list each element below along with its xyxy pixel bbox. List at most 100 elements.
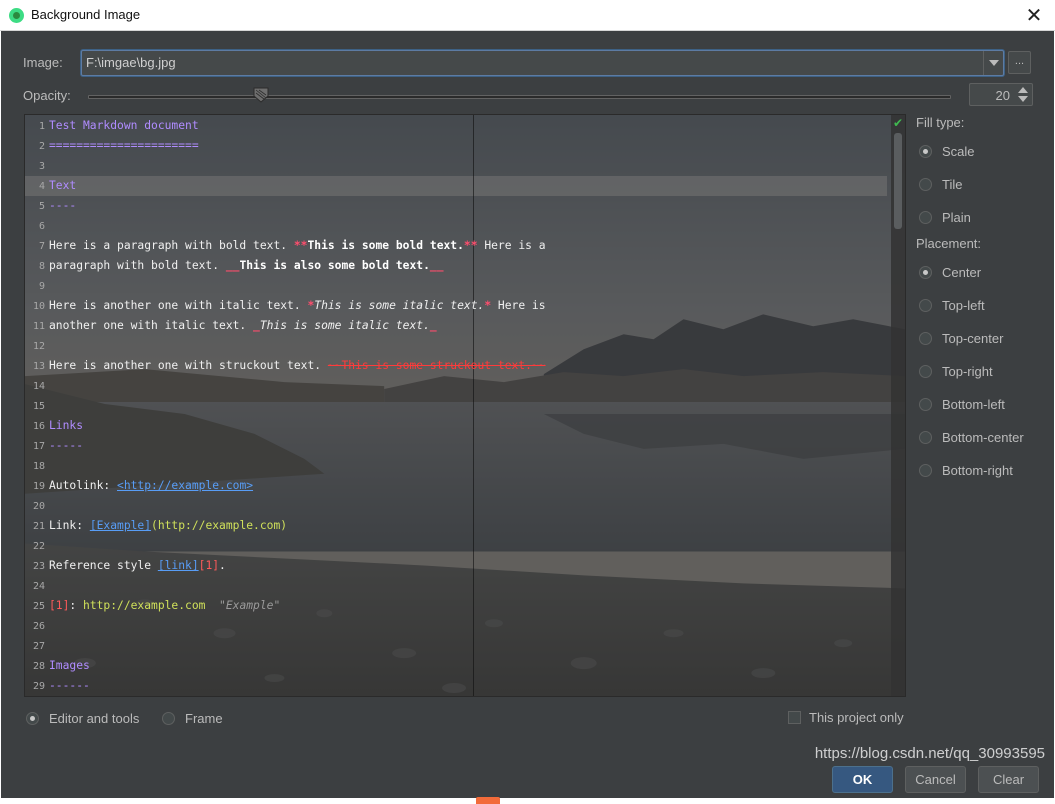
radio-indicator[interactable] <box>919 430 932 444</box>
line-number: 12 <box>32 341 45 352</box>
code-line[interactable]: 10 Here is another one with italic text. … <box>25 296 887 316</box>
code-line[interactable]: 15 <box>25 396 887 416</box>
placement-label: Placement: <box>916 236 982 251</box>
code-line[interactable]: 13 Here is another one with struckout tex… <box>25 356 887 376</box>
code-token: Text <box>49 179 77 192</box>
radio-label: Top-center <box>942 330 1004 346</box>
code-line[interactable]: 22 <box>25 536 887 556</box>
opacity-slider-thumb[interactable] <box>253 87 269 103</box>
radio-indicator[interactable] <box>919 265 932 279</box>
code-line[interactable]: 3 <box>25 156 887 176</box>
fill-radio-plain[interactable]: Plain <box>919 208 971 226</box>
line-number: 27 <box>32 641 45 652</box>
code-line[interactable]: 20 <box>25 496 887 516</box>
radio-indicator[interactable] <box>919 364 932 378</box>
placement-radio-top-center[interactable]: Top-center <box>919 329 1003 347</box>
radio-indicator[interactable] <box>162 711 175 725</box>
code-token: http://example.com <box>83 599 206 612</box>
code-line[interactable]: 17 ----- <box>25 436 887 456</box>
vertical-scrollbar[interactable]: ✔ <box>891 115 905 696</box>
code-token: ====================== <box>49 139 199 152</box>
code-line[interactable]: 24 <box>25 576 887 596</box>
placement-radio-top-right[interactable]: Top-right <box>919 362 993 380</box>
checkbox-indicator[interactable] <box>788 711 801 724</box>
line-number: 22 <box>32 541 45 552</box>
browse-button[interactable]: ... <box>1008 51 1031 74</box>
code-token: Here is a <box>477 239 546 252</box>
chevron-down-icon[interactable] <box>983 51 1003 75</box>
background-image-dialog: Image: F:\imgae\bg.jpg ... Opacity: 20 1… <box>1 31 1054 804</box>
code-line[interactable]: 23 Reference style [link][1]. <box>25 556 887 576</box>
code-line[interactable]: 6 <box>25 216 887 236</box>
placement-radio-bottom-left[interactable]: Bottom-left <box>919 395 1005 413</box>
line-number: 10 <box>32 301 45 312</box>
title-bar: Background Image ✕ <box>0 0 1055 31</box>
radio-indicator[interactable] <box>919 210 932 224</box>
radio-indicator[interactable] <box>919 298 932 312</box>
code-line[interactable]: 8 paragraph with bold text. __This is als… <box>25 256 887 276</box>
cancel-button[interactable]: Cancel <box>905 766 966 793</box>
radio-frame[interactable]: Frame <box>162 709 223 727</box>
code-line[interactable]: 2 ====================== <box>25 136 887 156</box>
code-token: [Example] <box>89 519 152 532</box>
ok-button[interactable]: OK <box>832 766 893 793</box>
code-token: paragraph with bold text. <box>49 259 226 272</box>
radio-indicator[interactable] <box>919 463 932 477</box>
code-token: Images <box>49 659 90 672</box>
placement-radio-center[interactable]: Center <box>919 263 981 281</box>
radio-indicator[interactable] <box>26 711 39 725</box>
radio-indicator[interactable] <box>919 397 932 411</box>
line-number: 1 <box>38 121 45 132</box>
opacity-value[interactable]: 20 <box>996 88 1010 103</box>
clear-button[interactable]: Clear <box>978 766 1039 793</box>
line-number: 16 <box>32 421 45 432</box>
code-line[interactable]: 25 [1]: http://example.com "Example" <box>25 596 887 616</box>
code-line[interactable]: 7 Here is a paragraph with bold text. **T… <box>25 236 887 256</box>
close-icon[interactable]: ✕ <box>1023 4 1045 26</box>
code-line[interactable]: 1 Test Markdown document <box>25 116 887 136</box>
radio-editor-and-tools[interactable]: Editor and tools <box>26 709 139 727</box>
code-line[interactable]: 12 <box>25 336 887 356</box>
code-token: Link: <box>49 519 90 532</box>
this-project-only-checkbox[interactable]: This project only <box>788 710 904 725</box>
fill-radio-scale[interactable]: Scale <box>919 142 975 160</box>
code-line[interactable]: 4 Text <box>25 176 887 196</box>
code-line[interactable]: 27 <box>25 636 887 656</box>
radio-indicator[interactable] <box>919 177 932 191</box>
image-path-value[interactable]: F:\imgae\bg.jpg <box>86 55 176 70</box>
code-token: [1] <box>198 559 220 572</box>
code-line[interactable]: 5 ---- <box>25 196 887 216</box>
code-token: __ <box>225 259 240 272</box>
placement-radio-bottom-right[interactable]: Bottom-right <box>919 461 1013 479</box>
image-path-combo[interactable]: F:\imgae\bg.jpg <box>81 50 1004 76</box>
code-line[interactable]: 18 <box>25 456 887 476</box>
radio-indicator[interactable] <box>919 331 932 345</box>
code-token: This is some italic text. <box>314 299 485 312</box>
code-line[interactable]: 14 <box>25 376 887 396</box>
code-line[interactable]: 26 <box>25 616 887 636</box>
fill-radio-tile[interactable]: Tile <box>919 175 962 193</box>
line-number: 14 <box>32 381 45 392</box>
code-editor[interactable]: 1 Test Markdown document 2 ================… <box>25 116 887 696</box>
placement-radio-top-left[interactable]: Top-left <box>919 296 985 314</box>
placement-radio-bottom-center[interactable]: Bottom-center <box>919 428 1024 446</box>
radio-label: Bottom-right <box>942 462 1013 478</box>
code-line[interactable]: 19 Autolink: <http://example.com> <box>25 476 887 496</box>
code-line[interactable]: 29 ------ <box>25 676 887 696</box>
line-number: 3 <box>38 161 45 172</box>
opacity-slider[interactable] <box>88 95 951 99</box>
android-studio-icon <box>9 8 24 23</box>
opacity-spinner[interactable]: 20 <box>969 83 1033 106</box>
line-number: 2 <box>38 141 45 152</box>
code-token: _ <box>429 319 437 332</box>
code-line[interactable]: 21 Link: [Example](http://example.com) <box>25 516 887 536</box>
code-line[interactable]: 28 Images <box>25 656 887 676</box>
spinner-down-icon[interactable] <box>1018 96 1028 102</box>
code-line[interactable]: 16 Links <box>25 416 887 436</box>
scrollbar-thumb[interactable] <box>894 133 902 229</box>
code-line[interactable]: 9 <box>25 276 887 296</box>
spinner-up-icon[interactable] <box>1018 87 1028 93</box>
code-line[interactable]: 11 another one with italic text. _This is… <box>25 316 887 336</box>
line-number: 13 <box>32 361 45 372</box>
radio-indicator[interactable] <box>919 144 932 158</box>
